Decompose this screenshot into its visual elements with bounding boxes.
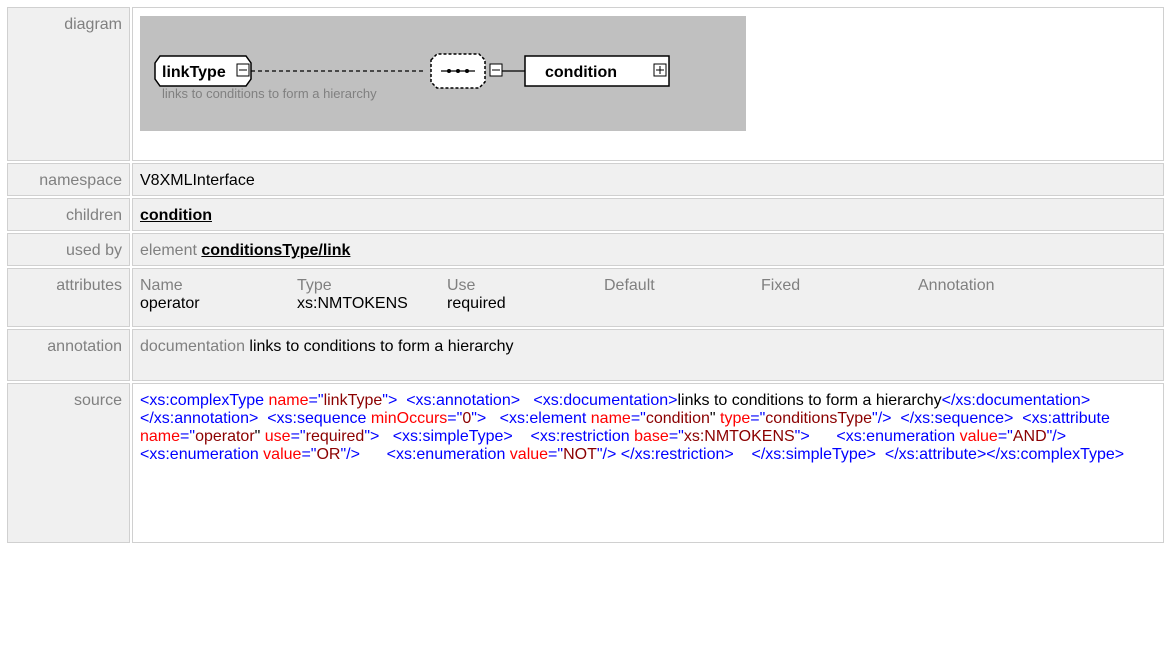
- source-label: source: [7, 383, 130, 543]
- schema-diagram: linkType condition links to conditions t…: [140, 16, 746, 131]
- annotation-kind: documentation: [140, 338, 245, 355]
- source-cell: <xs:complexType name="linkType"> <xs:ann…: [132, 383, 1164, 543]
- namespace-label: namespace: [7, 163, 130, 196]
- used-by-label: used by: [7, 233, 130, 266]
- attr-use: required: [447, 295, 506, 312]
- diagram-canvas: linkType condition: [154, 53, 670, 89]
- condition-box-label: condition: [545, 64, 617, 81]
- used-by-kind: element: [140, 242, 197, 259]
- annotation-text: links to conditions to form a hierarchy: [249, 338, 514, 355]
- children-label: children: [7, 198, 130, 231]
- attr-header-type: Type: [297, 277, 332, 294]
- children-row: children condition: [7, 198, 1164, 231]
- annotation-row: annotation documentation links to condit…: [7, 329, 1164, 381]
- diagram-label: diagram: [7, 7, 130, 161]
- attr-header-default: Default: [604, 277, 655, 294]
- attr-header-fixed: Fixed: [761, 277, 801, 294]
- attr-annotation: [918, 295, 995, 313]
- attributes-table: Name Type Use Default Fixed Annotation o…: [140, 277, 995, 313]
- attributes-label: attributes: [7, 268, 130, 327]
- attributes-header-row: Name Type Use Default Fixed Annotation: [140, 277, 995, 295]
- used-by-row: used by element conditionsType/link: [7, 233, 1164, 266]
- attr-header-name: Name: [140, 277, 183, 294]
- attr-default: [604, 295, 761, 313]
- diagram-row: diagram linkType condition links to cond…: [7, 7, 1164, 161]
- diagram-cell: linkType condition links to conditions t…: [132, 7, 1164, 161]
- source-code: <xs:complexType name="linkType"> <xs:ann…: [140, 392, 1125, 463]
- source-row: source <xs:complexType name="linkType"> …: [7, 383, 1164, 543]
- attributes-row: attributes Name Type Use Default Fixed A…: [7, 268, 1164, 327]
- attr-header-annotation: Annotation: [918, 277, 995, 294]
- attr-type: xs:NMTOKENS: [297, 295, 408, 312]
- attr-header-use: Use: [447, 277, 476, 294]
- linktype-box-label: linkType: [162, 64, 226, 81]
- attributes-cell: Name Type Use Default Fixed Annotation o…: [132, 268, 1164, 327]
- diagram-documentation: links to conditions to form a hierarchy: [162, 86, 377, 101]
- namespace-value: V8XMLInterface: [132, 163, 1164, 196]
- table-row: operator xs:NMTOKENS required: [140, 295, 995, 313]
- attr-fixed: [761, 295, 918, 313]
- annotation-cell: documentation links to conditions to for…: [132, 329, 1164, 381]
- used-by-cell: element conditionsType/link: [132, 233, 1164, 266]
- used-by-link[interactable]: conditionsType/link: [201, 242, 350, 259]
- namespace-row: namespace V8XMLInterface: [7, 163, 1164, 196]
- annotation-label: annotation: [7, 329, 130, 381]
- schema-doc-table: diagram linkType condition links to cond…: [5, 5, 1166, 545]
- attr-name: operator: [140, 295, 200, 312]
- child-link-condition[interactable]: condition: [140, 207, 212, 224]
- children-cell: condition: [132, 198, 1164, 231]
